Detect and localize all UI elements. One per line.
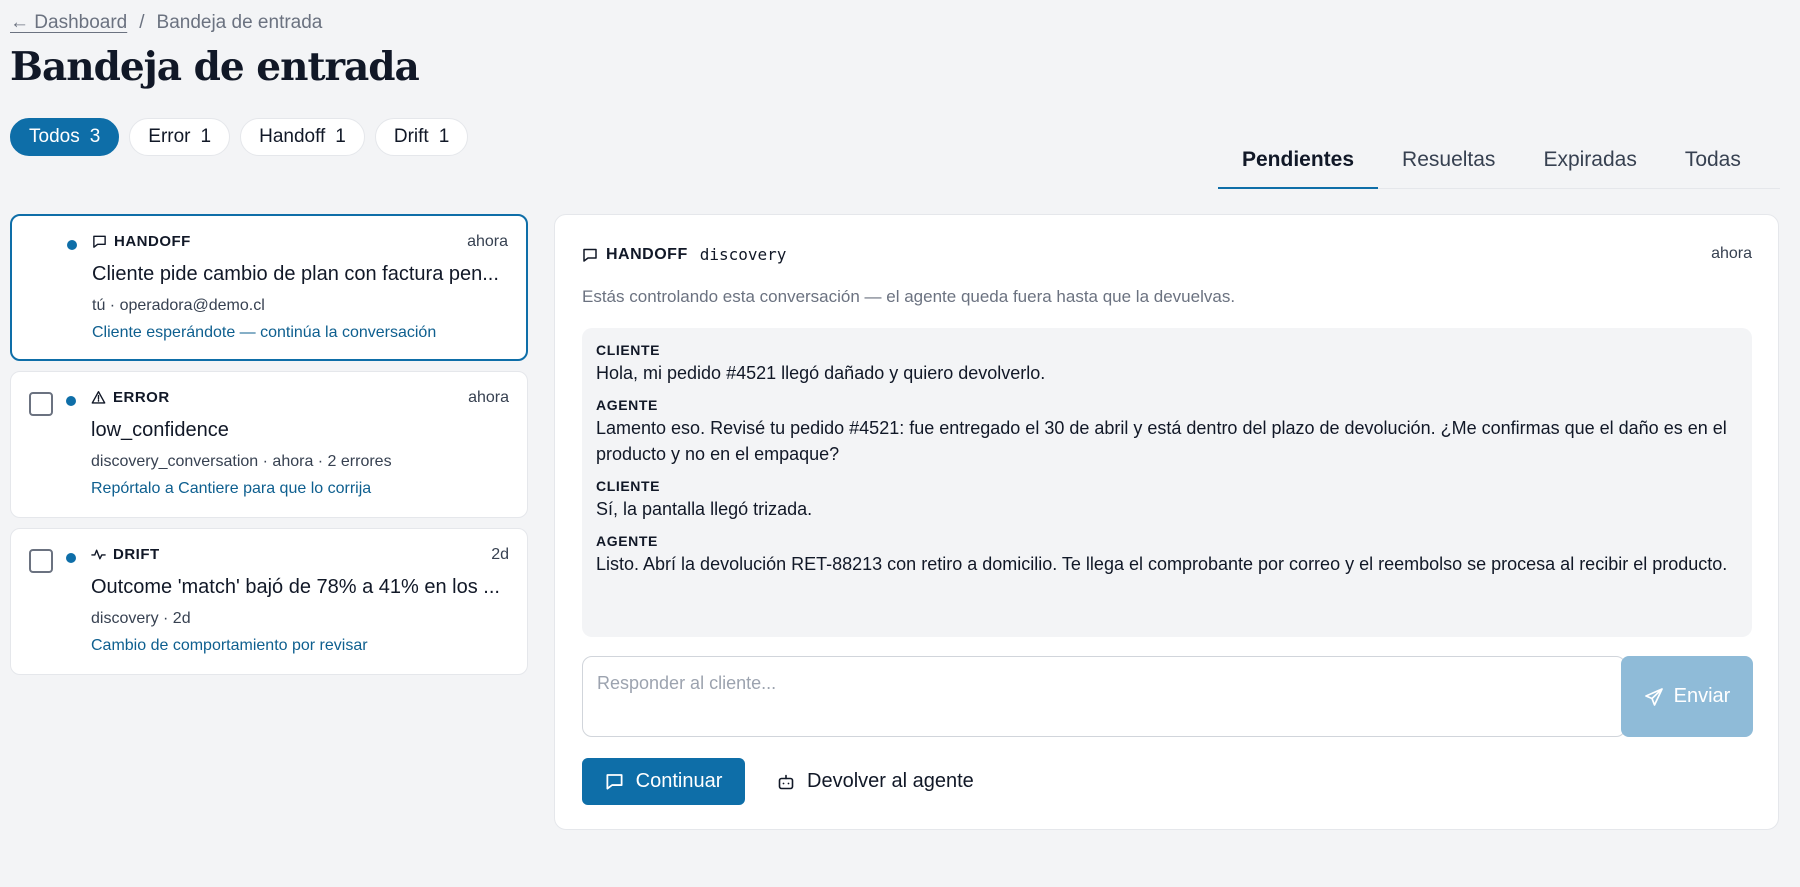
item-kind-label: HANDOFF [114, 233, 191, 250]
item-kind: ERROR [91, 389, 170, 406]
detail-time: ahora [1711, 245, 1752, 262]
message: AGENTE Listo. Abrí la devolución RET-882… [596, 533, 1738, 577]
send-label: Enviar [1673, 685, 1731, 707]
message-text: Lamento eso. Revisé tu pedido #4521: fue… [596, 418, 1727, 464]
tab-expiradas[interactable]: Expiradas [1519, 140, 1660, 189]
chat-icon [582, 247, 598, 263]
filter-drift[interactable]: Drift 1 [374, 118, 469, 156]
return-to-agent-button[interactable]: Devolver al agente [777, 758, 974, 805]
item-action-link[interactable]: Repórtalo a Cantiere para que lo corrija [91, 480, 371, 498]
tab-todas[interactable]: Todas [1661, 140, 1765, 189]
warning-icon [91, 390, 106, 405]
message: CLIENTE Hola, mi pedido #4521 llegó daña… [596, 342, 1738, 386]
filter-count: 1 [335, 126, 346, 147]
bot-icon [777, 773, 795, 791]
detail-header: HANDOFF discovery [582, 245, 786, 264]
breadcrumb-current: Bandeja de entrada [156, 12, 323, 33]
item-time: ahora [467, 233, 508, 250]
activity-icon [91, 547, 106, 562]
item-kind: DRIFT [91, 546, 160, 563]
item-action-link[interactable]: Cliente esperándote — continúa la conver… [92, 324, 436, 342]
unread-dot [66, 396, 76, 406]
item-action-link[interactable]: Cambio de comportamiento por revisar [91, 637, 368, 655]
message-role: AGENTE [596, 397, 658, 413]
message-role: CLIENTE [596, 342, 661, 358]
item-time: ahora [468, 389, 509, 406]
message: CLIENTE Sí, la pantalla llegó trizada. [596, 478, 1738, 522]
message-role: AGENTE [596, 533, 658, 549]
item-meta: discovery · 2d [91, 610, 191, 627]
filter-label: Handoff [259, 126, 326, 147]
message: AGENTE Lamento eso. Revisé tu pedido #45… [596, 397, 1738, 467]
chat-icon [92, 234, 107, 249]
message-text: Listo. Abrí la devolución RET-88213 con … [596, 554, 1728, 574]
control-note: Estás controlando esta conversación — el… [582, 287, 1236, 306]
page-title: Bandeja de entrada [10, 44, 420, 90]
send-icon [1644, 687, 1664, 707]
filter-todos[interactable]: Todos 3 [10, 118, 120, 156]
item-kind: HANDOFF [92, 233, 191, 250]
breadcrumb-back-link[interactable]: ← Dashboard [10, 12, 127, 34]
conversation-transcript: CLIENTE Hola, mi pedido #4521 llegó daña… [582, 328, 1752, 637]
message-role: CLIENTE [596, 478, 661, 494]
filter-handoff[interactable]: Handoff 1 [240, 118, 365, 156]
chat-icon [605, 772, 624, 791]
item-kind-label: DRIFT [113, 546, 160, 563]
filter-count: 1 [200, 126, 212, 147]
breadcrumb-separator: / [139, 12, 145, 33]
filter-label: Todos [29, 126, 80, 147]
reply-input[interactable] [582, 656, 1626, 737]
inbox-item-drift[interactable]: DRIFT 2d Outcome 'match' bajó de 78% a 4… [10, 528, 528, 675]
filter-count: 1 [438, 126, 450, 147]
detail-panel: HANDOFF discovery ahora Estás controland… [554, 214, 1779, 830]
detail-kind: HANDOFF [606, 245, 688, 263]
send-button[interactable]: Enviar [1621, 656, 1753, 737]
status-tabs: Pendientes Resueltas Expiradas Todas [1218, 140, 1780, 189]
message-text: Hola, mi pedido #4521 llegó dañado y qui… [596, 363, 1046, 383]
return-label: Devolver al agente [807, 770, 974, 792]
continue-button[interactable]: Continuar [582, 758, 745, 805]
breadcrumb: ← Dashboard / Bandeja de entrada [10, 12, 322, 34]
filter-label: Drift [393, 126, 429, 147]
item-title: Cliente pide cambio de plan con factura … [92, 263, 499, 285]
item-checkbox[interactable] [29, 549, 53, 573]
inbox-item-handoff[interactable]: HANDOFF ahora Cliente pide cambio de pla… [10, 214, 528, 361]
item-title: low_confidence [91, 419, 229, 441]
unread-dot [66, 553, 76, 563]
item-meta: discovery_conversation · ahora · 2 error… [91, 453, 392, 470]
filter-count: 3 [89, 126, 101, 147]
filter-label: Error [148, 126, 191, 147]
tab-resueltas[interactable]: Resueltas [1378, 140, 1519, 189]
detail-agent-name: discovery [699, 245, 787, 264]
message-text: Sí, la pantalla llegó trizada. [596, 499, 813, 519]
tab-pendientes[interactable]: Pendientes [1218, 140, 1379, 189]
continue-label: Continuar [635, 770, 723, 792]
filter-error[interactable]: Error 1 [129, 118, 231, 156]
item-checkbox[interactable] [29, 392, 53, 416]
item-time: 2d [491, 546, 509, 563]
filter-pills: Todos 3 Error 1 Handoff 1 Drift 1 [10, 118, 469, 156]
unread-dot [67, 240, 77, 250]
item-title: Outcome 'match' bajó de 78% a 41% en los… [91, 576, 500, 598]
inbox-item-error[interactable]: ERROR ahora low_confidence discovery_con… [10, 371, 528, 518]
inbox-list: HANDOFF ahora Cliente pide cambio de pla… [10, 214, 528, 675]
item-meta: tú · operadora@demo.cl [92, 297, 265, 314]
item-kind-label: ERROR [113, 389, 170, 406]
